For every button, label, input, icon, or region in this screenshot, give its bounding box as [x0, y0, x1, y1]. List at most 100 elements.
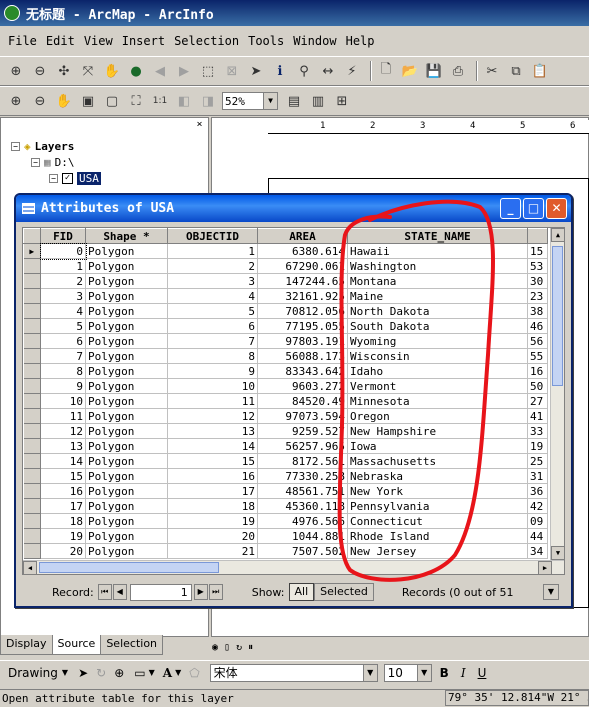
row-selector[interactable] [23, 393, 41, 409]
layout-pan-icon[interactable]: ✋ [54, 91, 74, 111]
scroll-thumb[interactable] [39, 562, 219, 573]
refresh-icon[interactable]: ↻ [236, 642, 242, 653]
next-record-icon[interactable]: ▶ [193, 584, 208, 600]
cell-objectid[interactable]: 5 [167, 303, 258, 319]
cell-fid[interactable]: 12 [40, 423, 86, 439]
zoom-whole-page-icon[interactable]: ⛶ [126, 91, 146, 111]
chevron-down-icon[interactable]: ▼ [263, 93, 277, 109]
save-icon[interactable]: 💾 [424, 61, 444, 81]
tab-selection[interactable]: Selection [100, 635, 164, 655]
cell-shape[interactable]: Polygon [85, 393, 168, 409]
paste-icon[interactable]: 📋 [530, 61, 550, 81]
cell-fid[interactable]: 4 [40, 303, 86, 319]
cell-fid[interactable]: 16 [40, 483, 86, 499]
cell-next[interactable]: 53 [527, 258, 548, 274]
minimize-button[interactable]: _ [500, 198, 521, 219]
cell-shape[interactable]: Polygon [85, 288, 168, 304]
column-header-shape[interactable]: Shape * [85, 228, 168, 244]
tab-source[interactable]: Source [51, 635, 102, 655]
toggle-draft-mode-icon[interactable]: ▤ [284, 91, 304, 111]
cell-fid[interactable]: 10 [40, 393, 86, 409]
cell-objectid[interactable]: 11 [167, 393, 258, 409]
cell-objectid[interactable]: 2 [167, 258, 258, 274]
cell-shape[interactable]: Polygon [85, 378, 168, 394]
data-view-icon[interactable]: ◉ [212, 642, 218, 653]
previous-record-icon[interactable]: ◀ [112, 584, 127, 600]
cell-fid[interactable]: 1 [40, 258, 86, 274]
chevron-down-icon[interactable]: ▼ [416, 664, 431, 681]
cell-objectid[interactable]: 4 [167, 288, 258, 304]
cell-next[interactable]: 33 [527, 423, 548, 439]
record-number-input[interactable]: 1 [129, 583, 192, 601]
cell-next[interactable]: 30 [527, 273, 548, 289]
layout-fixed-zoom-in-icon[interactable]: ▣ [78, 91, 98, 111]
underline-button[interactable]: U [478, 666, 487, 680]
pan-hand-icon[interactable]: ✋ [102, 61, 122, 81]
column-header-fid[interactable]: FID [40, 228, 86, 244]
hyperlink-icon[interactable]: ⚡ [342, 61, 362, 81]
cell-next[interactable]: 31 [527, 468, 548, 484]
find-binoculars-icon[interactable]: ⚲ [294, 61, 314, 81]
row-selector[interactable] [23, 258, 41, 274]
cell-shape[interactable]: Polygon [85, 423, 168, 439]
font-name-dropdown[interactable]: 宋体 ▼ [209, 663, 378, 682]
print-icon[interactable]: ⎙ [448, 61, 468, 81]
cell-objectid[interactable]: 10 [167, 378, 258, 394]
scroll-down-icon[interactable]: ▼ [551, 546, 564, 560]
cell-next[interactable]: 50 [527, 378, 548, 394]
last-record-icon[interactable]: ⏭ [208, 584, 223, 600]
cell-fid[interactable]: 19 [40, 528, 86, 544]
toc-layers-row[interactable]: − ◈ Layers [11, 140, 74, 153]
menu-help[interactable]: Help [346, 34, 375, 48]
cell-fid[interactable]: 0 [39, 242, 87, 260]
collapse-icon[interactable]: − [11, 142, 20, 151]
row-selector[interactable] [23, 303, 41, 319]
cell-next[interactable]: 44 [527, 528, 548, 544]
row-selector[interactable] [23, 288, 41, 304]
cell-objectid[interactable]: 21 [167, 543, 258, 559]
layout-view-icon[interactable]: ▯ [224, 642, 230, 653]
cell-next[interactable]: 55 [527, 348, 548, 364]
cell-next[interactable]: 56 [527, 333, 548, 349]
scroll-left-icon[interactable]: ◀ [23, 561, 37, 574]
row-selector[interactable] [23, 333, 41, 349]
cell-next[interactable]: 15 [527, 243, 548, 259]
cell-objectid[interactable]: 19 [167, 513, 258, 529]
cell-next[interactable]: 42 [527, 498, 548, 514]
first-record-icon[interactable]: ⏮ [97, 584, 112, 600]
row-selector[interactable] [23, 528, 41, 544]
cell-next[interactable]: 25 [527, 453, 548, 469]
cell-shape[interactable]: Polygon [85, 453, 168, 469]
zoom-percent-dropdown[interactable]: 52% ▼ [222, 92, 278, 110]
cell-fid[interactable]: 17 [40, 498, 86, 514]
row-selector[interactable] [23, 378, 41, 394]
cell-objectid[interactable]: 14 [167, 438, 258, 454]
cell-shape[interactable]: Polygon [85, 333, 168, 349]
cell-objectid[interactable]: 18 [167, 498, 258, 514]
zoom-out-icon[interactable]: ⊖ [30, 61, 50, 81]
cell-next[interactable]: 36 [527, 483, 548, 499]
cell-shape[interactable]: Polygon [85, 543, 168, 559]
show-all-button[interactable]: All [288, 583, 315, 601]
menu-view[interactable]: View [84, 34, 113, 48]
cell-shape[interactable]: Polygon [85, 363, 168, 379]
cell-shape[interactable]: Polygon [85, 348, 168, 364]
cell-shape[interactable]: Polygon [85, 243, 168, 259]
toc-frame-row[interactable]: − ▦ D:\ [31, 156, 75, 169]
cell-fid[interactable]: 3 [40, 288, 86, 304]
menu-edit[interactable]: Edit [46, 34, 75, 48]
cell-fid[interactable]: 9 [40, 378, 86, 394]
layout-zoom-out-icon[interactable]: ⊖ [30, 91, 50, 111]
maximize-button[interactable]: □ [523, 198, 544, 219]
cut-icon[interactable]: ✂ [482, 61, 502, 81]
fixed-zoom-out-icon[interactable]: ⤧ [78, 61, 98, 81]
cell-next[interactable]: 46 [527, 318, 548, 334]
row-selector[interactable] [23, 543, 41, 559]
fixed-zoom-in-icon[interactable]: ✣ [54, 61, 74, 81]
collapse-icon[interactable]: − [49, 174, 58, 183]
chevron-down-icon[interactable]: ▼ [149, 668, 155, 677]
cell-shape[interactable]: Polygon [85, 408, 168, 424]
row-selector[interactable] [23, 513, 41, 529]
cell-next[interactable]: 16 [527, 363, 548, 379]
text-tool-icon[interactable]: A [163, 666, 172, 680]
